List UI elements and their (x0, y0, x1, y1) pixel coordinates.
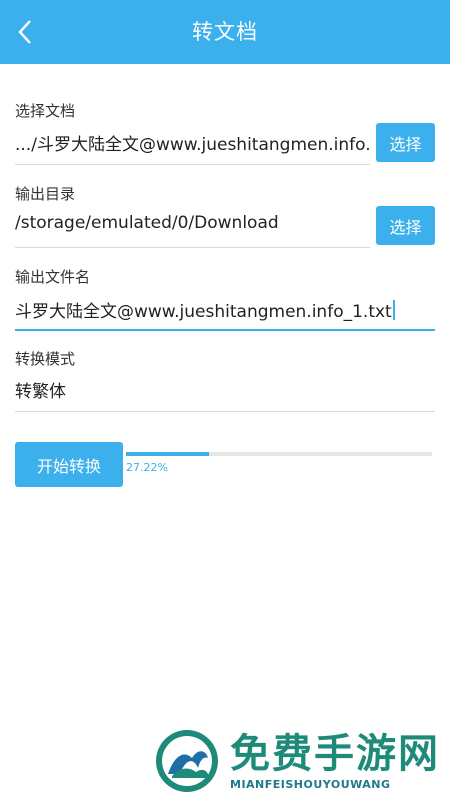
output-dir-value: /storage/emulated/0/Download (15, 213, 279, 233)
watermark-logo-icon (156, 730, 218, 792)
start-convert-button[interactable]: 开始转换 (15, 442, 123, 487)
progress-fill (126, 452, 210, 456)
select-doc-label: 选择文档 (15, 102, 76, 120)
output-name-value-wrap: 斗罗大陆全文@www.jueshitangmen.info_1.txt (15, 297, 395, 322)
app-bar: 转文档 (0, 0, 450, 64)
output-name-value: 斗罗大陆全文@www.jueshitangmen.info_1.txt (15, 302, 392, 322)
output-name-input[interactable]: 斗罗大陆全文@www.jueshitangmen.info_1.txt (15, 289, 435, 331)
mode-label: 转换模式 (15, 350, 76, 368)
select-dir-button[interactable]: 选择 (376, 206, 435, 245)
select-doc-button[interactable]: 选择 (376, 123, 435, 162)
select-doc-value: .../斗罗大陆全文@www.jueshitangmen.info.txt (15, 135, 370, 155)
select-doc-field[interactable]: .../斗罗大陆全文@www.jueshitangmen.info.txt (15, 124, 370, 165)
mode-value: 转繁体 (15, 382, 66, 402)
progress-bar (126, 452, 432, 456)
page-title: 转文档 (192, 20, 258, 44)
watermark-subtitle: MIANFEISHOUYOUWANG (230, 778, 391, 791)
text-caret (392, 299, 395, 320)
output-name-label: 输出文件名 (15, 268, 91, 286)
watermark-title: 免费手游网 (230, 730, 440, 777)
watermark: 免费手游网 MIANFEISHOUYOUWANG (150, 728, 440, 798)
output-dir-field[interactable]: /storage/emulated/0/Download (15, 207, 370, 248)
progress-text: 27.22% (126, 461, 168, 474)
output-dir-label: 输出目录 (15, 185, 76, 203)
mode-selector[interactable]: 转繁体 (15, 371, 435, 412)
